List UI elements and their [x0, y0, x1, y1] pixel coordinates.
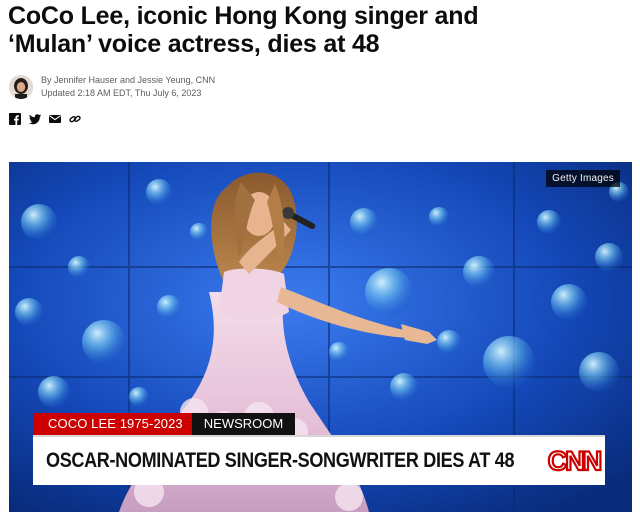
banner-text: OSCAR-NOMINATED SINGER-SONGWRITER DIES A…: [46, 449, 515, 472]
byline: By Jennifer Hauser and Jessie Yeung, CNN…: [9, 71, 215, 103]
byline-authors[interactable]: By Jennifer Hauser and Jessie Yeung, CNN: [41, 74, 215, 87]
headline-line-1: CoCo Lee, iconic Hong Kong singer and: [8, 2, 479, 30]
tag-section: NEWSROOM: [191, 413, 296, 435]
news-lower-third: COCO LEE 1975-2023 NEWSROOM OSCAR-NOMINA…: [33, 413, 621, 485]
headline-banner: OSCAR-NOMINATED SINGER-SONGWRITER DIES A…: [33, 435, 605, 485]
updated-timestamp: Updated 2:18 AM EDT, Thu July 6, 2023: [41, 88, 202, 98]
facebook-icon[interactable]: [9, 113, 21, 125]
byline-text: By Jennifer Hauser and Jessie Yeung, CNN…: [41, 74, 215, 100]
email-icon[interactable]: [49, 113, 61, 125]
link-icon[interactable]: [69, 113, 81, 125]
share-bar: [9, 113, 81, 125]
twitter-icon[interactable]: [29, 113, 41, 125]
author-photo: [9, 75, 33, 99]
headline-line-2: ‘Mulan’ voice actress, dies at 48: [8, 30, 380, 58]
lower-third-tags: COCO LEE 1975-2023 NEWSROOM: [33, 413, 621, 435]
article-headline: CoCo Lee, iconic Hong Kong singer and ‘M…: [8, 2, 628, 58]
hero-image[interactable]: Getty Images COCO LEE 1975-2023 NEWSROOM…: [9, 162, 632, 512]
author-avatar[interactable]: [9, 75, 33, 99]
tag-name: COCO LEE 1975-2023: [33, 413, 192, 435]
cnn-logo-icon: CNN: [547, 445, 603, 477]
cnn-logo-text: CNN: [548, 446, 601, 476]
photo-credit: Getty Images: [546, 170, 620, 187]
